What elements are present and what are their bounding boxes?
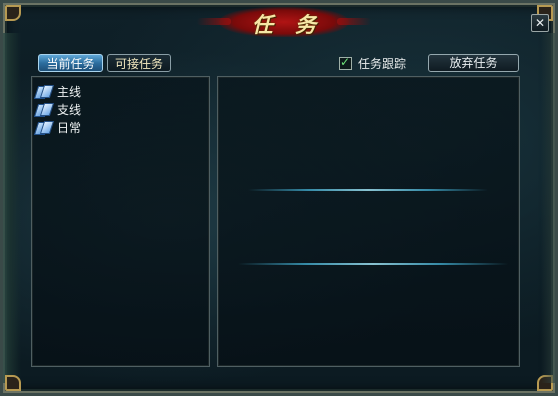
- quest-category-daily[interactable]: 日常: [35, 118, 81, 136]
- scroll-icon: [35, 84, 51, 98]
- quest-tracking-toggle[interactable]: ✓ 任务跟踪: [339, 55, 406, 71]
- tab-available-quests[interactable]: 可接任务: [107, 54, 171, 72]
- checkmark-icon: ✓: [340, 54, 351, 69]
- quest-tracking-checkbox[interactable]: ✓: [339, 54, 352, 70]
- quest-detail-panel: [217, 76, 520, 367]
- frame-corner-bottom-left: [5, 375, 21, 391]
- frame-corner-top-left: [5, 5, 21, 21]
- quest-window: 任务 ✕ 当前任务 可接任务 ✓ 任务跟踪 放弃任务 主线 支线 日常: [0, 0, 558, 396]
- quest-category-label: 主线: [57, 84, 82, 99]
- close-icon: ✕: [534, 16, 546, 30]
- tab-current-quests[interactable]: 当前任务: [38, 54, 103, 72]
- quest-category-label: 日常: [57, 120, 82, 135]
- title-plate: 任务: [197, 7, 349, 37]
- detail-divider-top: [248, 189, 488, 191]
- frame-corner-bottom-right: [537, 375, 553, 391]
- close-button[interactable]: ✕: [531, 14, 549, 32]
- quest-category-label: 支线: [57, 102, 82, 117]
- scroll-icon: [35, 120, 51, 134]
- window-title: 任务: [252, 12, 338, 37]
- abandon-quest-button[interactable]: 放弃任务: [428, 54, 519, 72]
- scroll-icon: [35, 102, 51, 116]
- quest-category-main[interactable]: 主线: [35, 82, 81, 100]
- detail-divider-bottom: [238, 263, 508, 265]
- quest-tracking-label: 任务跟踪: [358, 56, 407, 71]
- quest-category-side[interactable]: 支线: [35, 100, 81, 118]
- quest-category-list: 主线 支线 日常: [35, 82, 81, 136]
